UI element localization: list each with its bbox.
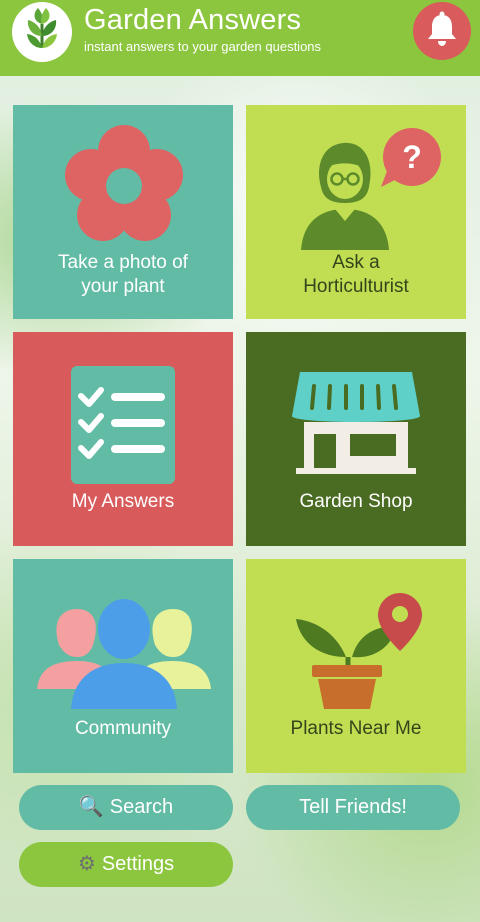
plants-near-me-label: Plants Near Me xyxy=(290,718,422,739)
app-header: Garden Answers instant answers to your g… xyxy=(0,0,480,76)
take-photo-tile[interactable]: Take a photo of your plant xyxy=(13,105,233,319)
community-tile[interactable]: Community xyxy=(13,559,233,773)
notifications-button[interactable] xyxy=(413,2,471,60)
storefront-icon xyxy=(292,372,420,474)
garden-shop-label: Garden Shop xyxy=(299,491,413,512)
ask-horticulturist-label: Ask a Horticulturist xyxy=(303,252,409,297)
svg-text:?: ? xyxy=(402,139,422,175)
settings-button-label: Settings xyxy=(101,853,175,875)
person-question-icon: ? xyxy=(301,128,441,250)
ask-horticulturist-tile[interactable]: ? Ask a Horticulturist xyxy=(246,105,466,319)
settings-button[interactable]: ⚙ Settings xyxy=(19,842,233,887)
community-label: Community xyxy=(74,718,172,739)
tell-friends-button[interactable]: Tell Friends! xyxy=(246,785,460,830)
plants-near-me-tile[interactable]: Plants Near Me xyxy=(246,559,466,773)
checklist-icon xyxy=(71,366,175,484)
people-icon xyxy=(37,599,211,709)
tell-friends-label: Tell Friends! xyxy=(299,796,407,818)
search-button[interactable]: 🔍 Search xyxy=(19,785,233,830)
my-answers-label: My Answers xyxy=(71,491,175,512)
take-photo-label: Take a photo of your plant xyxy=(58,252,188,297)
search-button-label: Search xyxy=(109,796,174,818)
gear-icon: ⚙ xyxy=(77,853,96,875)
app-subtitle: instant answers to your garden questions xyxy=(84,39,322,54)
flower-icon xyxy=(65,125,183,241)
magnifier-icon: 🔍 xyxy=(78,796,104,818)
seedling-logo-icon xyxy=(12,2,72,62)
garden-shop-tile[interactable]: Garden Shop xyxy=(246,332,466,546)
plant-location-icon xyxy=(296,593,422,709)
app-title: Garden Answers xyxy=(84,4,302,36)
bell-icon xyxy=(428,11,456,46)
my-answers-tile[interactable]: My Answers xyxy=(13,332,233,546)
